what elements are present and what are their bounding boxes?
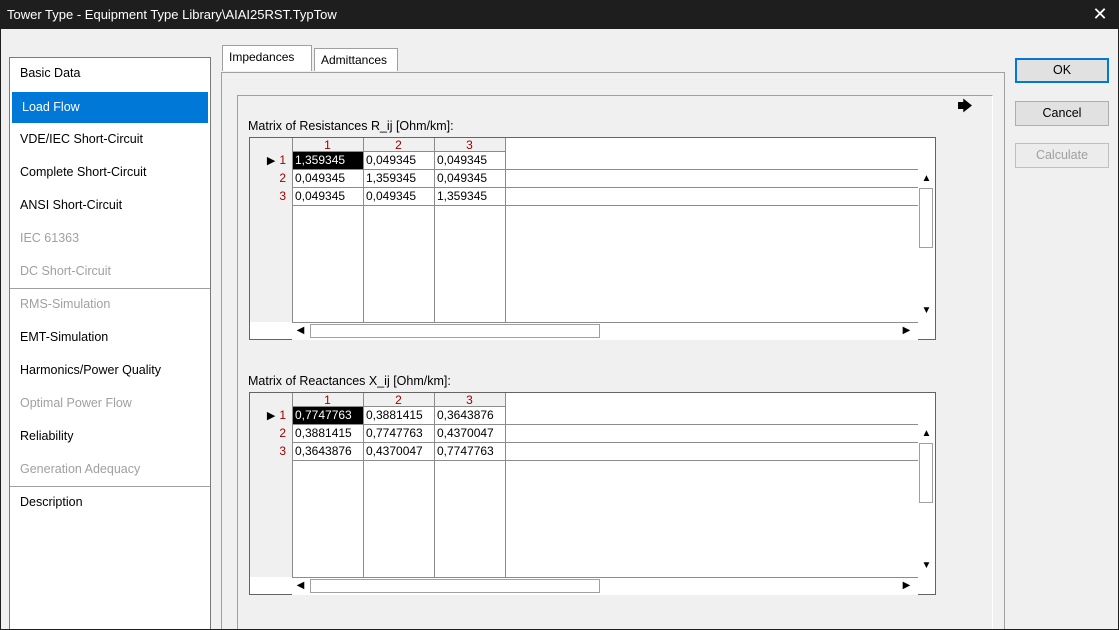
sidebar-item-basic-data[interactable]: Basic Data	[10, 58, 210, 89]
sidebar-item-harmonics-power-quality[interactable]: Harmonics/Power Quality	[10, 355, 210, 386]
sidebar-separator	[10, 486, 210, 487]
scroll-thumb[interactable]	[919, 188, 933, 248]
row-header[interactable]: 2	[250, 425, 292, 443]
page-navigation-list: Basic Data Load Flow VDE/IEC Short-Circuit…	[9, 57, 211, 629]
row-header[interactable]: ▶ 1	[250, 407, 292, 425]
resistance-matrix-label: Matrix of Resistances R_ij [Ohm/km]:	[248, 119, 454, 133]
matrix-cell[interactable]: 0,049345	[435, 152, 505, 170]
sidebar-item-generation-adequacy: Generation Adequacy	[20, 462, 141, 476]
column-header[interactable]: 1	[292, 138, 363, 152]
matrix-cell[interactable]: 1,359345	[364, 170, 434, 188]
row-line	[505, 187, 918, 188]
scroll-up-icon[interactable]: ▲	[918, 172, 935, 186]
calculate-button[interactable]: Calculate	[1015, 143, 1109, 168]
resistance-matrix-grid[interactable]: 1 2 3 ▶ 1 1,359345 0,049345 0,049345 2 0,049345 1,…	[249, 137, 936, 340]
matrix-cell[interactable]: 0,049345	[293, 188, 363, 206]
sidebar-item-complete-short-circuit[interactable]: Complete Short-Circuit	[10, 157, 210, 188]
scroll-thumb[interactable]	[310, 579, 600, 593]
sidebar-item-load-flow[interactable]: Load Flow	[12, 92, 208, 123]
sidebar-separator	[10, 288, 210, 289]
row-line	[505, 442, 918, 443]
column-header[interactable]: 2	[363, 138, 434, 152]
matrix-cell[interactable]: 0,049345	[364, 188, 434, 206]
row-line	[505, 424, 918, 425]
row-line	[505, 460, 918, 461]
sidebar-item-reliability[interactable]: Reliability	[10, 421, 210, 452]
horizontal-scrollbar[interactable]: ◀ ▶	[292, 322, 918, 340]
sidebar-item-optimal-power-flow: Optimal Power Flow	[20, 396, 132, 410]
sidebar-item-dc-short-circuit: DC Short-Circuit	[20, 264, 111, 278]
row-header[interactable]: 3	[250, 188, 292, 206]
scroll-down-icon[interactable]: ▼	[918, 304, 935, 318]
matrix-cell[interactable]: 0,3643876	[293, 443, 363, 461]
scroll-right-icon[interactable]: ▶	[898, 324, 915, 338]
matrix-cell[interactable]: 0,4370047	[364, 443, 434, 461]
column-header[interactable]: 2	[363, 393, 434, 407]
tab-admittances[interactable]: Admittances	[314, 48, 398, 71]
row-header-label: 3	[279, 444, 286, 458]
scroll-thumb[interactable]	[919, 443, 933, 503]
scroll-down-icon[interactable]: ▼	[918, 559, 935, 573]
matrix-cell[interactable]: 0,7747763	[364, 425, 434, 443]
row-line	[505, 169, 918, 170]
current-row-marker-icon: ▶	[266, 155, 276, 167]
matrix-cell[interactable]: 0,7747763	[435, 443, 505, 461]
matrix-cell[interactable]: 0,4370047	[435, 425, 505, 443]
sidebar-item-vde-iec-short-circuit[interactable]: VDE/IEC Short-Circuit	[10, 124, 210, 155]
row-header-label: 2	[279, 426, 286, 440]
tab-impedances[interactable]: Impedances	[222, 45, 312, 71]
column-header[interactable]: 3	[434, 393, 505, 407]
sidebar-item-description[interactable]: Description	[10, 487, 210, 518]
grid-corner	[250, 393, 292, 407]
current-row-marker-icon: ▶	[266, 410, 276, 422]
row-header-label: 1	[279, 408, 286, 422]
scroll-left-icon[interactable]: ◀	[292, 579, 309, 593]
cancel-button[interactable]: Cancel	[1015, 101, 1109, 126]
matrix-cell[interactable]: 0,3881415	[364, 407, 434, 425]
grid-line	[505, 138, 506, 322]
row-header[interactable]: ▶ 1	[250, 152, 292, 170]
column-header[interactable]: 3	[434, 138, 505, 152]
scroll-thumb[interactable]	[310, 324, 600, 338]
grid-line	[505, 393, 506, 577]
sidebar-item-iec-61363: IEC 61363	[20, 231, 80, 245]
row-header-label: 2	[279, 171, 286, 185]
vertical-scrollbar[interactable]: ▲ ▼	[918, 407, 935, 577]
arrow-right-icon[interactable]: 🡆	[954, 99, 976, 117]
scroll-left-icon[interactable]: ◀	[292, 324, 309, 338]
horizontal-scrollbar[interactable]: ◀ ▶	[292, 577, 918, 595]
matrix-cell[interactable]: 0,049345	[364, 152, 434, 170]
close-icon[interactable]: ✕	[1090, 4, 1110, 25]
matrix-cell[interactable]: 1,359345	[293, 152, 363, 170]
window-title: Tower Type - Equipment Type Library\AIAI…	[7, 7, 337, 22]
ok-button[interactable]: OK	[1015, 58, 1109, 83]
matrix-cell[interactable]: 0,3881415	[293, 425, 363, 443]
row-header-label: 1	[279, 153, 286, 167]
scroll-right-icon[interactable]: ▶	[898, 579, 915, 593]
matrix-cell[interactable]: 0,3643876	[435, 407, 505, 425]
sidebar-item-ansi-short-circuit[interactable]: ANSI Short-Circuit	[10, 190, 210, 221]
vertical-scrollbar[interactable]: ▲ ▼	[918, 152, 935, 322]
grid-corner	[250, 138, 292, 152]
reactance-matrix-label: Matrix of Reactances X_ij [Ohm/km]:	[248, 374, 451, 388]
row-header[interactable]: 3	[250, 443, 292, 461]
scroll-up-icon[interactable]: ▲	[918, 427, 935, 441]
sidebar-item-emt-simulation[interactable]: EMT-Simulation	[10, 322, 210, 353]
column-header[interactable]: 1	[292, 393, 363, 407]
row-header[interactable]: 2	[250, 170, 292, 188]
sidebar-item-rms-simulation: RMS-Simulation	[20, 297, 111, 311]
row-header-label: 3	[279, 189, 286, 203]
title-bar: Tower Type - Equipment Type Library\AIAI…	[1, 1, 1118, 29]
matrix-cell[interactable]: 1,359345	[435, 188, 505, 206]
matrix-cell[interactable]: 0,7747763	[293, 407, 363, 425]
reactance-matrix-grid[interactable]: 1 2 3 ▶ 1 0,7747763 0,3881415 0,3643876 2 0,38814…	[249, 392, 936, 595]
matrix-cell[interactable]: 0,049345	[435, 170, 505, 188]
row-line	[505, 205, 918, 206]
matrix-cell[interactable]: 0,049345	[293, 170, 363, 188]
